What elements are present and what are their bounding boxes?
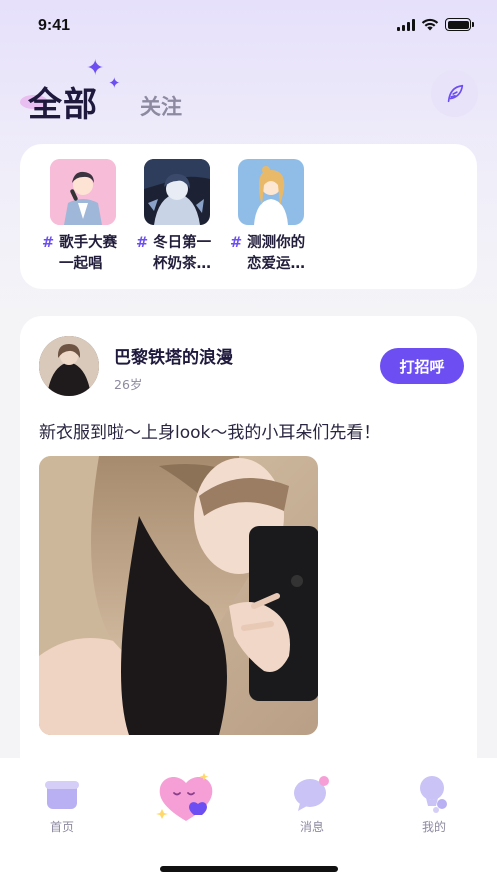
greet-button[interactable]: 打招呼 (380, 348, 464, 384)
topic-item[interactable]: # 冬日第一 杯奶茶… (132, 159, 222, 275)
tab-all[interactable]: 全部 (28, 77, 98, 126)
sparkle-icon: ✦ (86, 56, 105, 81)
heart-icon (156, 773, 213, 821)
status-time: 9:41 (38, 17, 71, 34)
feed-tabs: 全部 ✦ ✦ 关注 (20, 56, 480, 130)
user-age: 26岁 (114, 377, 143, 392)
nav-home[interactable]: 首页 (22, 768, 102, 835)
hashtag-icon: # (230, 235, 243, 251)
quill-icon (447, 84, 463, 102)
topic-thumbnail (238, 159, 304, 225)
nav-messages[interactable]: 消息 (272, 768, 352, 835)
nav-label: 首页 (49, 820, 74, 834)
topic-title: # 歌手大赛 一起唱 (42, 235, 118, 272)
wifi-icon (421, 18, 439, 31)
bottom-nav: 首页 消息 我的 (0, 758, 497, 883)
topic-item[interactable]: # 歌手大赛 一起唱 (38, 159, 128, 275)
nav-feed[interactable] (146, 768, 226, 826)
post-button[interactable] (431, 70, 478, 117)
cellular-signal-icon (397, 18, 415, 31)
user-name[interactable]: 巴黎铁塔的浪漫 (114, 343, 233, 368)
avatar[interactable] (39, 336, 99, 396)
topic-thumbnail (50, 159, 116, 225)
profile-icon (420, 776, 447, 813)
topic-item[interactable]: # 测测你的 恋爱运… (226, 159, 316, 275)
topics-card: # 歌手大赛 一起唱 # 冬日第一 杯奶茶… # 测测你的 恋爱运… (20, 144, 477, 289)
post-text: 新衣服到啦～上身look～我的小耳朵们先看！ (39, 423, 381, 443)
post-photo[interactable] (39, 456, 318, 735)
nav-label: 我的 (421, 820, 446, 834)
sparkle-icon: ✦ (108, 74, 121, 92)
battery-icon (445, 18, 474, 31)
hashtag-icon: # (42, 235, 55, 251)
hashtag-icon: # (136, 235, 149, 251)
status-icons (397, 18, 474, 31)
home-icon (45, 781, 79, 809)
message-icon (294, 776, 329, 811)
home-indicator (160, 866, 338, 872)
topic-title: # 测测你的 恋爱运… (230, 235, 306, 272)
nav-label: 消息 (299, 820, 324, 834)
topic-thumbnail (144, 159, 210, 225)
post-card: 巴黎铁塔的浪漫 26岁 打招呼 新衣服到啦～上身look～我的小耳朵们先看！ (20, 316, 477, 816)
tab-following[interactable]: 关注 (140, 91, 182, 121)
topic-title: # 冬日第一 杯奶茶… (136, 235, 212, 272)
nav-profile[interactable]: 我的 (394, 768, 474, 835)
status-bar: 9:41 (0, 0, 497, 54)
